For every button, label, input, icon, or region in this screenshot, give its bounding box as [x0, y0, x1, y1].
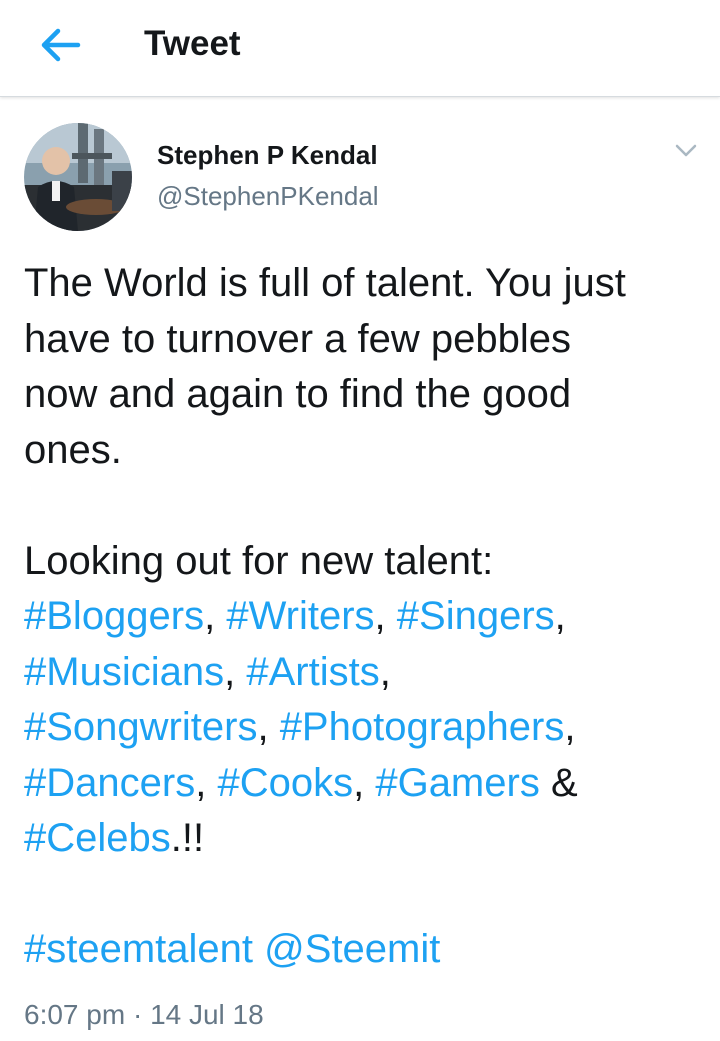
hashtag-songwriters[interactable]: #Songwriters — [24, 705, 257, 749]
avatar[interactable] — [24, 123, 132, 231]
tweet-line: have to turnover a few pebbles — [24, 316, 572, 361]
separator-dot: · — [132, 999, 143, 1030]
tweet-date: 14 Jul 18 — [150, 999, 264, 1030]
punctuation: , — [224, 649, 236, 694]
tweet-line: #Bloggers, #Writers, #Singers, — [24, 589, 714, 645]
tweet-line: #Dancers, #Cooks, #Gamers & — [24, 756, 714, 812]
hashtag-bloggers[interactable]: #Bloggers — [24, 594, 204, 638]
hashtag-musicians[interactable]: #Musicians — [24, 650, 224, 694]
punctuation: , — [257, 705, 269, 749]
hashtag-singers[interactable]: #Singers — [397, 594, 555, 638]
hashtag-photographers[interactable]: #Photographers — [280, 705, 565, 749]
punctuation: , — [379, 649, 391, 694]
punctuation: , — [554, 594, 566, 638]
tweet-timestamp: 6:07 pm · 14 Jul 18 — [24, 998, 264, 1032]
hashtag-gamers[interactable]: #Gamers — [375, 761, 540, 805]
more-options-button[interactable] — [668, 136, 704, 166]
ampersand: & — [550, 760, 578, 805]
hashtag-steemtalent[interactable]: #steemtalent — [24, 927, 253, 971]
tweet-line: ones. — [24, 427, 122, 472]
back-button[interactable] — [30, 20, 90, 70]
hashtag-artists[interactable]: #Artists — [246, 650, 379, 694]
hashtag-celebs[interactable]: #Celebs — [24, 816, 171, 860]
hashtag-writers[interactable]: #Writers — [226, 594, 374, 638]
hashtag-dancers[interactable]: #Dancers — [24, 761, 195, 805]
punctuation: , — [195, 760, 207, 805]
punctuation: , — [374, 594, 386, 638]
top-bar: Tweet — [0, 0, 720, 97]
tweet-line: #Musicians, #Artists, — [24, 645, 714, 701]
punctuation: , — [564, 705, 576, 749]
arrow-left-icon — [41, 28, 81, 62]
page-title: Tweet — [144, 24, 241, 63]
tweet-line: #steemtalent @Steemit — [24, 922, 714, 978]
tweet-intro: Looking out for new talent: — [24, 538, 494, 583]
tweet-line: #Celebs.!! — [24, 811, 714, 867]
mention-steemit[interactable]: @Steemit — [264, 927, 440, 971]
hashtag-cooks[interactable]: #Cooks — [217, 761, 353, 805]
author-name[interactable]: Stephen P Kendal — [157, 139, 378, 171]
punctuation: , — [353, 760, 365, 805]
tweet-time: 6:07 pm — [24, 999, 126, 1030]
tweet-line: The World is full of talent. You just — [24, 261, 626, 305]
punctuation: , — [204, 594, 216, 638]
author-handle[interactable]: @StephenPKendal — [157, 180, 379, 212]
tweet-line: now and again to find the good — [24, 372, 572, 416]
chevron-down-icon — [675, 144, 697, 157]
exclamation: .!! — [170, 816, 205, 860]
tweet-line: #Songwriters, #Photographers, — [24, 700, 714, 756]
tweet-text: The World is full of talent. You just ha… — [24, 256, 714, 978]
avatar-photo — [24, 123, 132, 231]
